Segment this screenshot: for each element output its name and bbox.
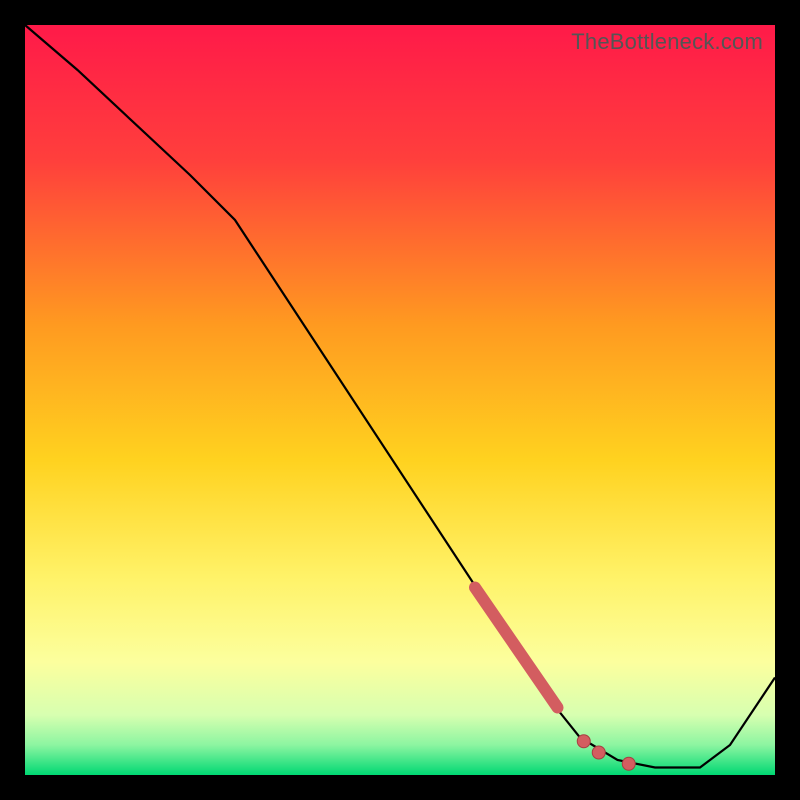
data-point [577, 735, 590, 748]
main-curve [25, 25, 775, 768]
bottleneck-curve [25, 25, 775, 775]
data-point [592, 746, 605, 759]
highlight-segment [475, 588, 558, 708]
chart-frame: TheBottleneck.com [25, 25, 775, 775]
data-point [622, 757, 635, 770]
